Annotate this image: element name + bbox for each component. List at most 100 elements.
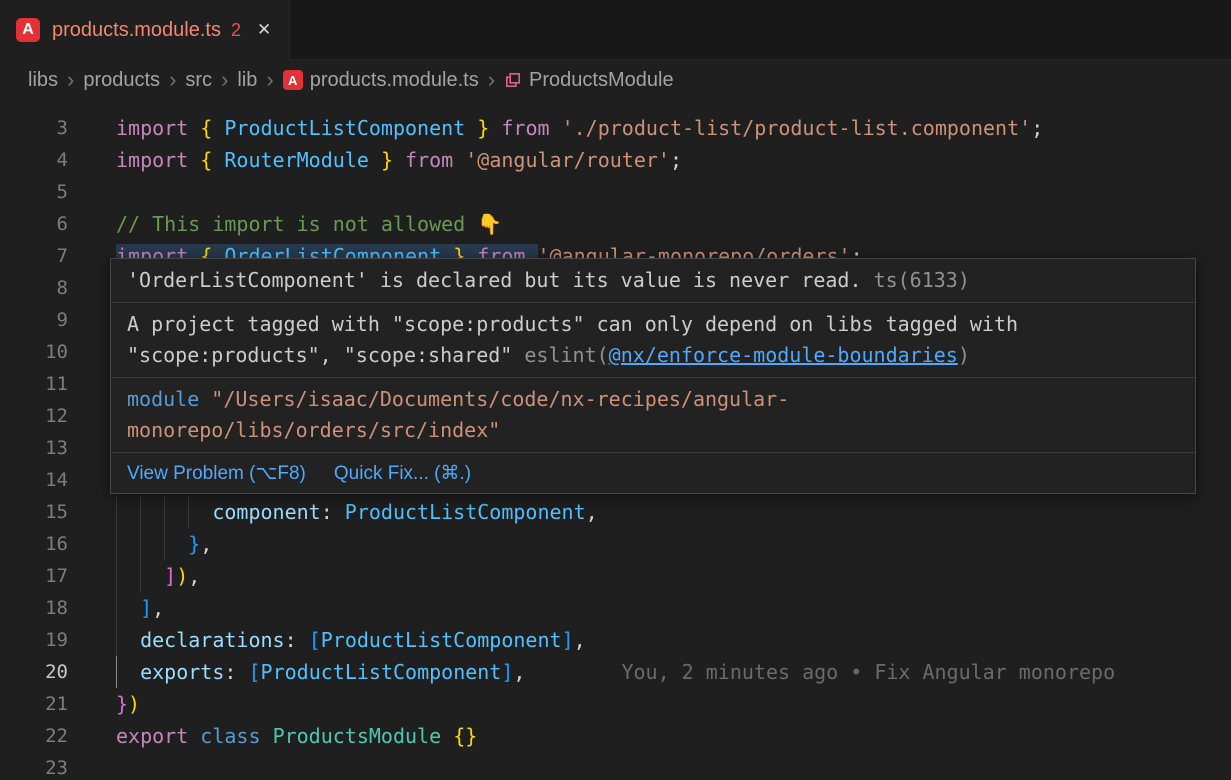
eslint-rule-link[interactable]: @nx/enforce-module-boundaries (609, 343, 958, 367)
breadcrumb-label: lib (237, 69, 257, 92)
breadcrumb-label: ProductsModule (529, 69, 674, 92)
line-content[interactable]: ], (116, 592, 1231, 624)
chevron-right-icon: › (169, 69, 176, 91)
code-line-15: 15 component: ProductListComponent, (0, 496, 1231, 528)
line-content[interactable]: component: ProductListComponent, (116, 496, 1231, 528)
line-number[interactable]: 18 (0, 592, 68, 624)
breadcrumb-label: src (185, 69, 212, 92)
class-symbol-icon (504, 71, 522, 89)
indent-guide (188, 496, 189, 528)
line-number[interactable]: 10 (0, 336, 68, 368)
eslint-source-prefix: eslint( (524, 343, 608, 367)
line-content[interactable]: exports: [ProductListComponent],You, 2 m… (116, 656, 1231, 688)
tab-filename: products.module.ts (52, 19, 221, 42)
line-number[interactable]: 13 (0, 432, 68, 464)
breadcrumb-item-ProductsModule[interactable]: ProductsModule (504, 69, 674, 92)
line-number[interactable]: 3 (0, 112, 68, 144)
line-number[interactable]: 8 (0, 272, 68, 304)
line-number[interactable]: 5 (0, 176, 68, 208)
view-problem-action[interactable]: View Problem (⌥F8) (127, 458, 306, 489)
line-number[interactable]: 7 (0, 240, 68, 272)
breadcrumb-label: products (83, 69, 160, 92)
code-line-16: 16 }, (0, 528, 1231, 560)
breadcrumb-item-libs[interactable]: libs (28, 69, 58, 92)
tab-bar-filler (290, 0, 1231, 60)
line-number[interactable]: 16 (0, 528, 68, 560)
code-line-17: 17 ]), (0, 560, 1231, 592)
code-line-6: 6 // This import is not allowed 👇 (0, 208, 1231, 240)
chevron-right-icon: › (488, 69, 495, 91)
code-line-18: 18 ], (0, 592, 1231, 624)
diagnostic-hover-popup: 'OrderListComponent' is declared but its… (110, 258, 1196, 494)
breadcrumb: libs › products › src › lib › Aproducts.module.t… (0, 60, 1231, 100)
line-number[interactable]: 6 (0, 208, 68, 240)
line-number[interactable]: 20 (0, 656, 68, 688)
line-number[interactable]: 22 (0, 720, 68, 752)
line-content[interactable] (116, 752, 1231, 780)
indent-guide (116, 592, 117, 624)
ts-diagnostic-message: 'OrderListComponent' is declared but its… (127, 268, 862, 292)
indent-guide (116, 656, 117, 688)
quick-fix-action[interactable]: Quick Fix... (⌘.) (334, 458, 471, 489)
breadcrumb-item-src[interactable]: src (185, 69, 212, 92)
line-content[interactable]: declarations: [ProductListComponent], (116, 624, 1231, 656)
code-line-5: 5 (0, 176, 1231, 208)
eslint-diagnostic: A project tagged with "scope:products" c… (111, 303, 1195, 378)
indent-guide (164, 496, 165, 528)
line-number[interactable]: 14 (0, 464, 68, 496)
line-number[interactable]: 11 (0, 368, 68, 400)
code-line-22: 22 export class ProductsModule {} (0, 720, 1231, 752)
indent-guide (140, 560, 141, 592)
indent-guide (116, 496, 117, 528)
module-path: "/Users/isaac/Documents/code/nx-recipes/… (127, 387, 789, 442)
indent-guide (140, 496, 141, 528)
breadcrumb-label: products.module.ts (310, 69, 479, 92)
line-content[interactable]: import { RouterModule } from '@angular/r… (116, 144, 1231, 176)
line-content[interactable] (116, 176, 1231, 208)
code-editor: 3 import { ProductListComponent } from '.… (0, 100, 1231, 780)
line-number[interactable]: 15 (0, 496, 68, 528)
indent-guide (140, 528, 141, 560)
line-content[interactable]: }, (116, 528, 1231, 560)
line-number[interactable]: 9 (0, 304, 68, 336)
line-number[interactable]: 23 (0, 752, 68, 780)
line-content[interactable]: }) (116, 688, 1231, 720)
indent-guide (164, 528, 165, 560)
line-number[interactable]: 12 (0, 400, 68, 432)
code-line-21: 21}) (0, 688, 1231, 720)
line-number[interactable]: 17 (0, 560, 68, 592)
breadcrumb-item-products[interactable]: products (83, 69, 160, 92)
module-info: module "/Users/isaac/Documents/code/nx-r… (111, 378, 1195, 453)
chevron-right-icon: › (67, 69, 74, 91)
line-number[interactable]: 21 (0, 688, 68, 720)
indent-guide (116, 624, 117, 656)
eslint-source: eslint(@nx/enforce-module-boundaries) (524, 343, 970, 367)
line-content[interactable]: import { ProductListComponent } from './… (116, 112, 1231, 144)
editor-tab[interactable]: A products.module.ts 2 ✕ (0, 0, 290, 60)
breadcrumb-item-lib[interactable]: lib (237, 69, 257, 92)
angular-icon: A (16, 18, 40, 42)
ts-diagnostic: 'OrderListComponent' is declared but its… (111, 259, 1195, 303)
hover-status-bar: View Problem (⌥F8) Quick Fix... (⌘.) (111, 453, 1195, 493)
angular-icon: A (283, 70, 303, 90)
eslint-source-suffix: ) (958, 343, 970, 367)
breadcrumb-item-products.module.ts[interactable]: Aproducts.module.ts (283, 69, 479, 92)
line-number[interactable]: 4 (0, 144, 68, 176)
git-blame-annotation: You, 2 minutes ago • Fix Angular monorep… (621, 660, 1115, 684)
line-number[interactable]: 19 (0, 624, 68, 656)
module-keyword: module (127, 387, 199, 411)
breadcrumb-label: libs (28, 69, 58, 92)
code-line-23: 23 (0, 752, 1231, 780)
code-line-3: 3 import { ProductListComponent } from '.… (0, 112, 1231, 144)
code-line-20: 20 exports: [ProductListComponent],You, … (0, 656, 1231, 688)
line-content[interactable]: // This import is not allowed 👇 (116, 208, 1231, 240)
indent-guide (116, 560, 117, 592)
chevron-right-icon: › (221, 69, 228, 91)
indent-guide (116, 528, 117, 560)
line-content[interactable]: export class ProductsModule {} (116, 720, 1231, 752)
code-line-4: 4 import { RouterModule } from '@angular/… (0, 144, 1231, 176)
line-content[interactable]: ]), (116, 560, 1231, 592)
tab-bar: A products.module.ts 2 ✕ (0, 0, 1231, 60)
close-icon[interactable]: ✕ (257, 20, 271, 40)
code-line-19: 19 declarations: [ProductListComponent], (0, 624, 1231, 656)
